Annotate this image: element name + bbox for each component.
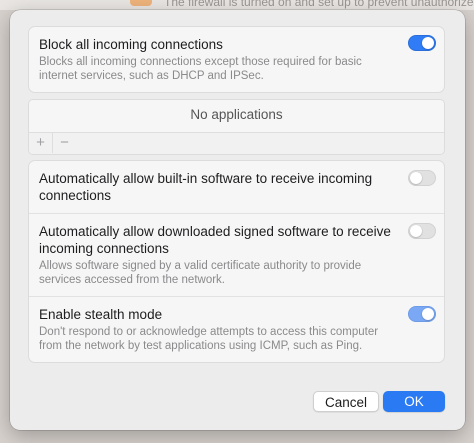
block-incoming-card: Block all incoming connections Blocks al… bbox=[28, 26, 445, 93]
remove-application-button[interactable]: − bbox=[52, 133, 76, 153]
applications-empty-text: No applications bbox=[190, 107, 283, 122]
stealth-mode-row: Enable stealth mode Don't respond to or … bbox=[29, 296, 444, 362]
background-window-strip: The firewall is turned on and set up to … bbox=[0, 0, 474, 10]
list-controls: + − bbox=[29, 132, 444, 154]
add-application-button[interactable]: + bbox=[29, 133, 52, 153]
stealth-mode-description: Don't respond to or acknowledge attempts… bbox=[39, 326, 379, 352]
toggle-knob bbox=[422, 308, 434, 320]
stealth-mode-toggle[interactable] bbox=[408, 306, 436, 322]
block-incoming-description: Blocks all incoming connections except t… bbox=[39, 56, 362, 82]
toggle-knob bbox=[410, 225, 422, 237]
allow-signed-toggle[interactable] bbox=[408, 223, 436, 239]
firewall-options-sheet: Block all incoming connections Blocks al… bbox=[10, 10, 465, 430]
toggle-knob bbox=[410, 172, 422, 184]
block-incoming-toggle[interactable] bbox=[408, 35, 436, 51]
toggle-knob bbox=[422, 37, 434, 49]
options-card: Automatically allow built-in software to… bbox=[28, 160, 445, 363]
cancel-button[interactable]: Cancel bbox=[313, 391, 379, 412]
allow-signed-description: Allows software signed by a valid certif… bbox=[39, 260, 362, 286]
allow-signed-row: Automatically allow downloaded signed so… bbox=[29, 213, 444, 296]
applications-list[interactable]: No applications + − bbox=[28, 99, 445, 155]
allow-builtin-row: Automatically allow built-in software to… bbox=[29, 161, 444, 213]
ok-button[interactable]: OK bbox=[383, 391, 445, 412]
block-incoming-title: Block all incoming connections bbox=[39, 37, 223, 52]
stealth-mode-title: Enable stealth mode bbox=[39, 307, 163, 322]
block-incoming-row: Block all incoming connections Blocks al… bbox=[29, 27, 444, 92]
allow-builtin-title: Automatically allow built-in software to… bbox=[39, 171, 373, 203]
firewall-app-icon bbox=[130, 0, 152, 6]
allow-builtin-toggle[interactable] bbox=[408, 170, 436, 186]
allow-signed-title: Automatically allow downloaded signed so… bbox=[39, 224, 391, 256]
background-status-text: The firewall is turned on and set up to … bbox=[164, 0, 474, 9]
